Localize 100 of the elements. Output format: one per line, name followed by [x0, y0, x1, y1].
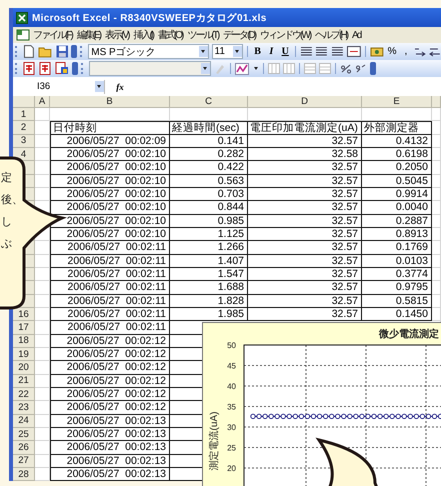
row-header[interactable]: 28 — [13, 468, 35, 482]
row-header[interactable]: 18 — [13, 334, 35, 348]
axis-tick-label: 45 — [227, 362, 236, 370]
column-header[interactable]: E — [362, 96, 432, 108]
table-cell: 2006/05/27 00:02:13 — [66, 428, 166, 440]
font-size-dropdown[interactable]: 11 — [212, 44, 244, 59]
save-icon[interactable] — [56, 45, 68, 58]
table-cell: 1.688 — [218, 281, 244, 294]
grid-icon[interactable] — [304, 63, 316, 74]
callout-text: し — [1, 216, 12, 228]
table-cell: 32.57 — [332, 134, 358, 147]
menu-item[interactable]: 書式(O) — [158, 28, 184, 42]
font-name-dropdown[interactable]: MS Pゴシック — [88, 44, 209, 59]
table-cell: 0.3774 — [396, 268, 428, 280]
table-cell: 32.57 — [332, 294, 358, 307]
table-cell: 2006/05/27 00:02:13 — [66, 441, 166, 454]
chart-icon[interactable] — [235, 62, 249, 74]
table-cell: 0.9914 — [396, 188, 428, 200]
axis-tick-label: 30 — [227, 423, 236, 432]
menu-item[interactable]: 表示(V) — [105, 28, 130, 42]
format-button[interactable]: B — [252, 46, 263, 57]
format-button[interactable]: I — [266, 46, 277, 57]
menu-item[interactable]: 挿入(I) — [133, 28, 155, 42]
align-icon[interactable] — [331, 46, 344, 57]
currency-icon[interactable] — [370, 46, 384, 58]
menu-item[interactable]: 編集(E) — [76, 28, 102, 42]
toolbar-options-icon[interactable] — [72, 62, 78, 75]
row-header[interactable]: 3 — [13, 134, 35, 148]
row-header[interactable]: 17 — [13, 321, 35, 335]
toolbar-grip[interactable] — [15, 63, 20, 74]
row-header[interactable]: 21 — [13, 374, 35, 388]
grid-icon[interactable] — [268, 63, 280, 74]
format-button[interactable]: U — [280, 46, 291, 57]
table-cell: 2006/05/27 00:02:11 — [68, 254, 166, 267]
new-document-icon[interactable] — [22, 45, 35, 58]
table-cell: 0.5815 — [396, 294, 428, 307]
decrease-decimal-icon[interactable] — [429, 46, 441, 57]
window-title: Microsoft Excel - R8340VSWEEPカタログ01.xls — [32, 12, 267, 24]
table-cell: 2006/05/27 00:02:13 — [66, 454, 166, 467]
table-cell: 2006/05/27 00:02:13 — [66, 414, 166, 427]
column-header[interactable]: C — [170, 96, 248, 108]
row-header[interactable]: 24 — [13, 414, 35, 428]
insert-function-button[interactable]: fx — [105, 82, 135, 92]
name-box[interactable]: I36 — [13, 80, 105, 94]
merge-cells-icon[interactable] — [347, 46, 361, 57]
row-header[interactable]: 25 — [13, 428, 35, 442]
menu-item[interactable]: ツール(T) — [187, 28, 220, 42]
table-cell: 2006/05/27 00:02:12 — [66, 374, 166, 387]
row-header[interactable]: 22 — [13, 388, 35, 402]
table-cell: 0.9795 — [396, 281, 428, 294]
table-cell: 1.985 — [218, 308, 244, 320]
align-icon[interactable] — [300, 46, 312, 57]
row-header[interactable]: 23 — [13, 401, 35, 415]
callout-text: 定 — [1, 172, 12, 184]
unlink-icon[interactable] — [355, 63, 367, 74]
menu-item[interactable]: ファイル(F) — [33, 28, 74, 42]
pdf-icon[interactable] — [55, 62, 69, 75]
row-header[interactable]: 27 — [13, 454, 35, 468]
toolbar-options-icon[interactable] — [71, 45, 78, 58]
table-cell: 0.4132 — [396, 134, 428, 147]
workbook-icon[interactable] — [16, 29, 30, 41]
row-header[interactable]: 19 — [13, 348, 35, 362]
pdf-icon[interactable] — [23, 62, 36, 75]
grid-icon[interactable] — [319, 63, 331, 74]
percent-button[interactable]: % — [386, 46, 398, 57]
menu-item[interactable]: ヘルプ(H) — [315, 28, 350, 42]
increase-decimal-icon[interactable] — [414, 46, 426, 57]
select-all-corner[interactable] — [13, 96, 35, 108]
style-dropdown[interactable] — [89, 61, 211, 76]
menu-item[interactable]: ウィンドウ(W) — [260, 28, 312, 42]
column-header[interactable]: D — [248, 96, 362, 108]
table-cell: 0.0040 — [396, 201, 428, 214]
column-header[interactable]: B — [50, 96, 170, 108]
callout-text: ぶ — [1, 238, 12, 250]
row-header[interactable]: 16 — [13, 308, 35, 322]
row-header[interactable]: 20 — [13, 361, 35, 375]
menu-item[interactable]: Ad — [352, 30, 362, 40]
row-header[interactable]: 26 — [13, 441, 35, 455]
table-cell: 32.57 — [332, 201, 358, 214]
link-icon[interactable] — [340, 63, 352, 74]
paint-icon[interactable] — [214, 62, 226, 74]
row-header[interactable]: 1 — [13, 108, 35, 122]
column-heading: 日付時刻 — [53, 122, 97, 134]
axis-tick-label: 20 — [227, 464, 236, 473]
folder-icon[interactable] — [38, 45, 53, 58]
grid-icon[interactable] — [283, 63, 295, 74]
pdf-icon[interactable] — [39, 62, 52, 75]
column-header[interactable]: A — [35, 96, 50, 108]
table-cell: 0.0103 — [396, 254, 428, 267]
table-cell: 0.844 — [218, 201, 244, 214]
column-heading: 電圧印加電流測定(uA) — [250, 122, 358, 134]
column-header[interactable] — [432, 96, 441, 108]
table-cell: 0.703 — [218, 188, 244, 200]
toolbar-grip[interactable] — [81, 63, 86, 74]
toolbar-grip[interactable] — [15, 46, 20, 57]
table-cell: 0.422 — [218, 161, 244, 174]
row-header[interactable]: 2 — [13, 121, 35, 135]
menu-item[interactable]: データ(D) — [223, 28, 258, 42]
align-icon[interactable] — [315, 46, 328, 57]
comma-button[interactable]: , — [400, 46, 412, 57]
